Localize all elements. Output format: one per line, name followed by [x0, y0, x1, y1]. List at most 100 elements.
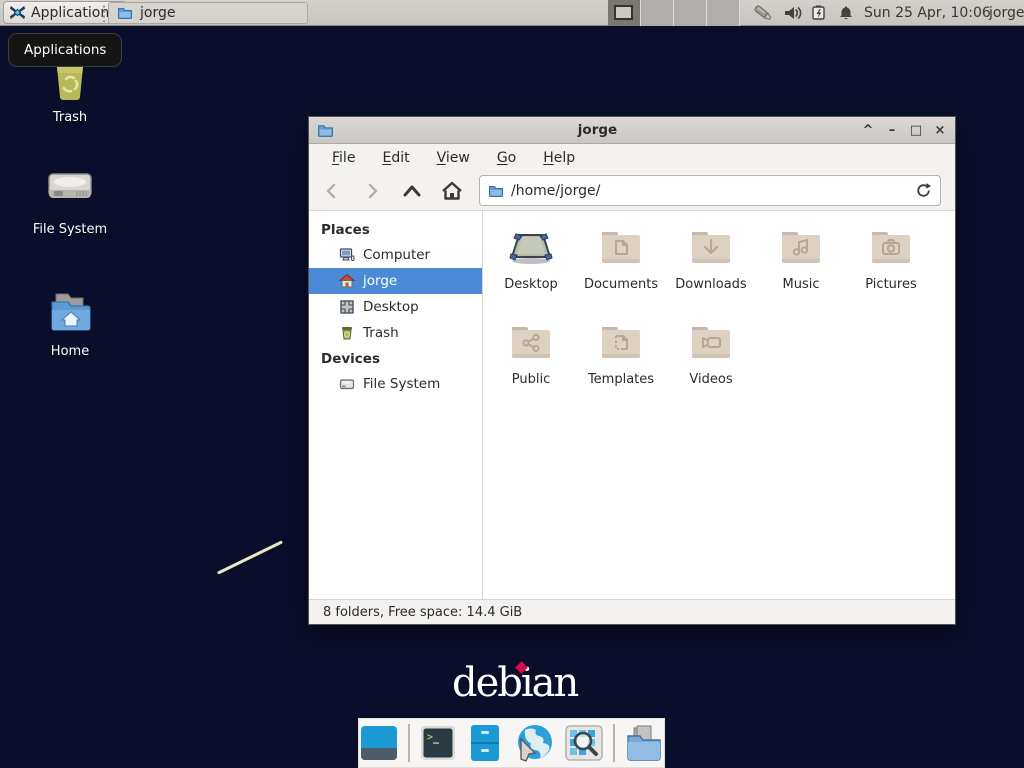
sidebar-item-label: Computer [363, 247, 430, 263]
file-item-public[interactable]: Public [486, 318, 576, 413]
file-item-pictures[interactable]: Pictures [846, 223, 936, 318]
web-browser-globe-icon [513, 723, 555, 763]
home-button[interactable] [439, 178, 465, 204]
drive-small-icon [339, 376, 355, 392]
directory-folder-icon [624, 724, 664, 762]
menu-view[interactable]: View [437, 150, 470, 166]
menu-bar: File Edit View Go Help [309, 144, 955, 171]
maximize-button[interactable]: □ [909, 123, 923, 138]
applications-tooltip: Applications [8, 33, 122, 67]
desktop-folder-icon [507, 223, 555, 271]
workspace-4[interactable] [707, 0, 740, 26]
back-button[interactable] [319, 178, 345, 204]
minimize-button[interactable]: – [885, 123, 899, 138]
close-button[interactable]: × [933, 123, 947, 138]
sidebar-header-places: Places [309, 217, 482, 242]
window-titlebar[interactable]: jorge ^ – □ × [309, 117, 955, 144]
toolbar: /home/jorge/ [309, 171, 955, 211]
sidebar-item-computer[interactable]: Computer [309, 242, 482, 268]
file-item-label: Public [512, 372, 550, 387]
show-desktop-button[interactable] [359, 722, 399, 764]
forward-button[interactable] [359, 178, 385, 204]
menu-help[interactable]: Help [543, 150, 575, 166]
workspace-3[interactable] [674, 0, 707, 26]
system-tray [751, 0, 854, 26]
status-bar: 8 folders, Free space: 14.4 GiB [309, 599, 955, 624]
desktop-icon-label: File System [33, 222, 107, 237]
desktop-icon-label: Trash [53, 110, 87, 125]
application-finder-icon [564, 724, 604, 762]
places-sidebar: Places Computer jorge [309, 211, 483, 599]
file-item-label: Documents [584, 277, 658, 292]
battery-charging-icon[interactable] [812, 5, 829, 21]
downloads-folder-icon [687, 223, 735, 271]
menu-go[interactable]: Go [497, 150, 516, 166]
show-desktop-icon [359, 724, 399, 762]
panel-separator-handle [102, 4, 107, 22]
terminal-icon: > _ [419, 724, 457, 762]
web-browser-launcher[interactable] [513, 722, 555, 764]
file-item-documents[interactable]: Documents [576, 223, 666, 318]
file-icon-view[interactable]: Desktop Documents Downloads [483, 211, 955, 599]
file-item-label: Downloads [675, 277, 746, 292]
file-item-templates[interactable]: Templates [576, 318, 666, 413]
dock-separator [408, 724, 410, 762]
file-item-label: Templates [588, 372, 654, 387]
panel-clock[interactable]: Sun 25 Apr, 10:06 [864, 0, 991, 26]
file-item-label: Videos [689, 372, 732, 387]
panel-user-menu[interactable]: jorge [989, 0, 1024, 26]
workspace-switcher [608, 0, 740, 26]
window-folder-icon [117, 5, 133, 21]
videos-folder-icon [687, 318, 735, 366]
sidebar-item-file-system[interactable]: File System [309, 371, 482, 397]
file-item-downloads[interactable]: Downloads [666, 223, 756, 318]
reload-icon[interactable] [915, 182, 932, 199]
window-icon [317, 122, 334, 139]
location-input[interactable]: /home/jorge/ [511, 183, 908, 199]
templates-folder-icon [597, 318, 645, 366]
taskbar-window-label: jorge [140, 5, 175, 21]
file-item-label: Desktop [504, 277, 558, 292]
sidebar-item-label: Desktop [363, 299, 419, 315]
sidebar-item-jorge[interactable]: jorge [309, 268, 482, 294]
directory-menu-launcher[interactable] [624, 722, 664, 764]
up-button[interactable] [399, 178, 425, 204]
file-item-label: Music [783, 277, 820, 292]
file-manager-launcher[interactable] [466, 722, 504, 764]
file-manager-window: jorge ^ – □ × File Edit View Go Help [308, 116, 956, 625]
home-folder-icon [44, 286, 96, 338]
workspace-2[interactable] [641, 0, 674, 26]
shade-button[interactable]: ^ [861, 123, 875, 138]
file-item-music[interactable]: Music [756, 223, 846, 318]
application-finder-launcher[interactable] [564, 722, 604, 764]
svg-text:_: _ [433, 733, 440, 744]
menu-file[interactable]: File [332, 150, 355, 166]
location-bar[interactable]: /home/jorge/ [479, 175, 941, 206]
sidebar-item-desktop[interactable]: Desktop [309, 294, 482, 320]
sidebar-item-label: Trash [363, 325, 399, 341]
pictures-folder-icon [867, 223, 915, 271]
file-item-videos[interactable]: Videos [666, 318, 756, 413]
file-item-label: Pictures [865, 277, 916, 292]
hard-drive-icon [43, 166, 97, 216]
menu-edit[interactable]: Edit [382, 150, 409, 166]
computer-icon [339, 247, 355, 263]
volume-icon[interactable] [784, 5, 803, 21]
dock-panel: > _ [358, 718, 665, 768]
desktop-icon-home[interactable]: Home [10, 286, 130, 359]
home-icon [339, 273, 355, 289]
workspace-1[interactable] [608, 0, 641, 26]
notification-bell-icon[interactable] [838, 5, 854, 21]
terminal-launcher[interactable]: > _ [419, 722, 457, 764]
desktop-icon-label: Home [51, 344, 89, 359]
music-folder-icon [777, 223, 825, 271]
xfce-menu-icon [9, 4, 26, 21]
stylus-icon[interactable] [751, 3, 775, 23]
taskbar-window-button[interactable]: jorge [108, 2, 308, 24]
debian-logo: debian [452, 660, 577, 706]
sidebar-item-trash[interactable]: Trash [309, 320, 482, 346]
workspace-window-thumb [614, 5, 633, 20]
desktop-icon-file-system[interactable]: File System [10, 166, 130, 237]
file-item-desktop[interactable]: Desktop [486, 223, 576, 318]
dock-separator [613, 724, 615, 762]
